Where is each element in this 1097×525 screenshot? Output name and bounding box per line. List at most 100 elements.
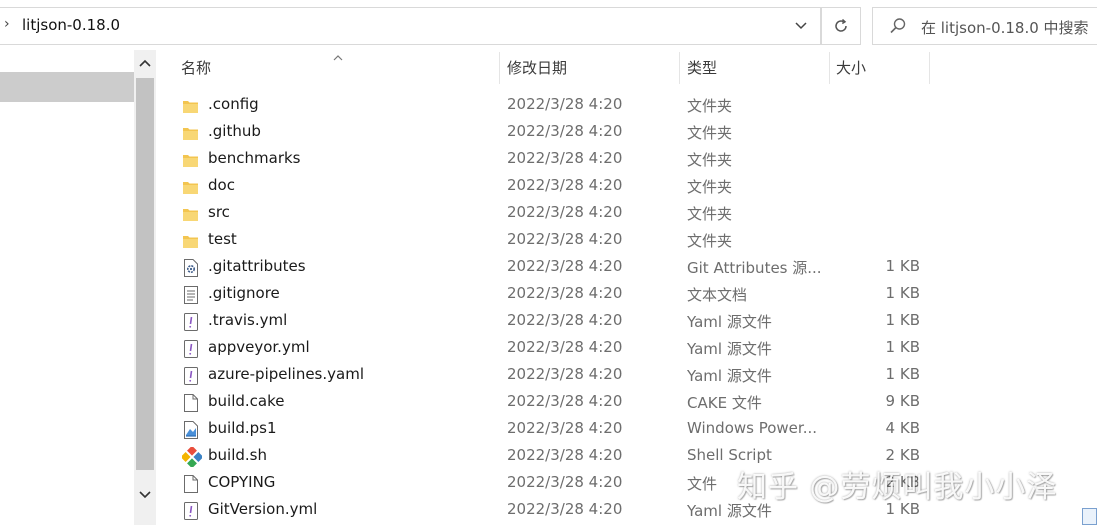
file-type: 文件夹 [687, 178, 733, 196]
scrollbar-thumb[interactable] [136, 78, 154, 470]
navigation-pane[interactable] [0, 50, 134, 525]
file-date: 2022/3/28 4:20 [507, 95, 623, 113]
column-header-size[interactable]: 大小 [836, 50, 866, 86]
scroll-down-icon[interactable] [134, 484, 156, 506]
column-header-date[interactable]: 修改日期 [507, 50, 567, 86]
column-divider[interactable] [679, 52, 680, 84]
yaml-file-icon [182, 501, 200, 521]
nav-selected-item[interactable] [0, 72, 134, 102]
column-divider[interactable] [929, 52, 930, 84]
folder-icon [182, 231, 200, 251]
file-row[interactable]: test 2022/3/28 4:20 文件夹 [156, 227, 1097, 254]
column-header-type[interactable]: 类型 [687, 50, 717, 86]
file-row[interactable]: src 2022/3/28 4:20 文件夹 [156, 200, 1097, 227]
folder-icon [182, 204, 200, 224]
file-name: GitVersion.yml [208, 500, 318, 518]
yaml-file-icon [182, 366, 200, 386]
file-row[interactable]: .gitattributes 2022/3/28 4:20 Git Attrib… [156, 254, 1097, 281]
file-name: build.sh [208, 446, 267, 464]
file-size: 9 KB [885, 392, 920, 410]
breadcrumb-chevron-icon[interactable]: › [4, 16, 10, 32]
folder-icon [182, 177, 200, 197]
file-name: build.cake [208, 392, 285, 410]
file-size: 1 KB [885, 284, 920, 302]
file-name: build.ps1 [208, 419, 277, 437]
file-date: 2022/3/28 4:20 [507, 446, 623, 464]
address-history-dropdown-icon[interactable] [790, 15, 812, 37]
column-divider[interactable] [499, 52, 500, 84]
gear-file-icon [182, 258, 200, 278]
file-row[interactable]: .gitignore 2022/3/28 4:20 文本文档 1 KB [156, 281, 1097, 308]
git-shell-icon [180, 445, 204, 469]
file-date: 2022/3/28 4:20 [507, 203, 623, 221]
file-row[interactable]: build.cake 2022/3/28 4:20 CAKE 文件 9 KB [156, 389, 1097, 416]
folder-icon [182, 150, 200, 170]
address-bar[interactable]: › litjson-0.18.0 [0, 7, 821, 45]
yaml-file-icon [182, 312, 200, 332]
file-date: 2022/3/28 4:20 [507, 311, 623, 329]
column-headers: 名称 修改日期 类型 大小 [156, 50, 1097, 88]
watermark: 知乎 @劳烦叫我小小泽 [737, 470, 1058, 505]
file-name: .config [208, 95, 259, 113]
file-row[interactable]: .github 2022/3/28 4:20 文件夹 [156, 119, 1097, 146]
column-divider[interactable] [829, 52, 830, 84]
file-date: 2022/3/28 4:20 [507, 392, 623, 410]
file-size: 4 KB [885, 419, 920, 437]
column-header-name[interactable]: 名称 [181, 50, 211, 86]
file-type: Yaml 源文件 [687, 313, 772, 331]
powershell-file-icon [182, 420, 200, 440]
file-name: test [208, 230, 237, 248]
file-name: appveyor.yml [208, 338, 310, 356]
file-row[interactable]: build.ps1 2022/3/28 4:20 Windows Power..… [156, 416, 1097, 443]
file-type: 文本文档 [687, 286, 748, 304]
address-path[interactable]: litjson-0.18.0 [22, 16, 120, 34]
file-date: 2022/3/28 4:20 [507, 365, 623, 383]
file-row[interactable]: .config 2022/3/28 4:20 文件夹 [156, 92, 1097, 119]
file-type: 文件夹 [687, 124, 733, 142]
file-type: CAKE 文件 [687, 394, 762, 412]
file-size: 1 KB [885, 311, 920, 329]
file-name: benchmarks [208, 149, 301, 167]
file-name: .gitattributes [208, 257, 306, 275]
file-row[interactable]: benchmarks 2022/3/28 4:20 文件夹 [156, 146, 1097, 173]
file-type: 文件夹 [687, 97, 733, 115]
file-name: .travis.yml [208, 311, 288, 329]
file-name: .gitignore [208, 284, 280, 302]
file-date: 2022/3/28 4:20 [507, 500, 623, 518]
search-icon [889, 17, 907, 39]
file-row[interactable]: azure-pipelines.yaml 2022/3/28 4:20 Yaml… [156, 362, 1097, 389]
search-input[interactable]: 在 litjson-0.18.0 中搜索 [872, 7, 1097, 45]
refresh-button[interactable] [821, 7, 861, 45]
status-corner-icon [1082, 508, 1097, 525]
file-date: 2022/3/28 4:20 [507, 419, 623, 437]
search-placeholder: 在 litjson-0.18.0 中搜索 [921, 19, 1089, 37]
blank-file-icon [182, 393, 200, 413]
file-row[interactable]: doc 2022/3/28 4:20 文件夹 [156, 173, 1097, 200]
file-date: 2022/3/28 4:20 [507, 230, 623, 248]
file-type: Yaml 源文件 [687, 340, 772, 358]
sort-ascending-icon [332, 48, 344, 66]
file-type: Git Attributes 源... [687, 259, 822, 277]
file-row[interactable]: .travis.yml 2022/3/28 4:20 Yaml 源文件 1 KB [156, 308, 1097, 335]
file-date: 2022/3/28 4:20 [507, 257, 623, 275]
file-date: 2022/3/28 4:20 [507, 284, 623, 302]
file-list: .config 2022/3/28 4:20 文件夹 .github 2022/… [156, 92, 1097, 525]
file-type: Yaml 源文件 [687, 367, 772, 385]
yaml-file-icon [182, 339, 200, 359]
text-file-icon [182, 285, 200, 305]
file-type: 文件 [687, 475, 718, 493]
file-name: doc [208, 176, 235, 194]
file-type: 文件夹 [687, 205, 733, 223]
file-type: 文件夹 [687, 232, 733, 250]
file-date: 2022/3/28 4:20 [507, 149, 623, 167]
file-row[interactable]: appveyor.yml 2022/3/28 4:20 Yaml 源文件 1 K… [156, 335, 1097, 362]
navigation-pane-scrollbar[interactable] [134, 50, 156, 525]
file-name: src [208, 203, 230, 221]
address-bar-row: › litjson-0.18.0 在 litjson-0.18.0 中搜索 [0, 0, 1097, 50]
scroll-up-icon[interactable] [134, 52, 156, 74]
file-name: azure-pipelines.yaml [208, 365, 364, 383]
folder-icon [182, 96, 200, 116]
file-size: 1 KB [885, 365, 920, 383]
file-date: 2022/3/28 4:20 [507, 122, 623, 140]
refresh-icon [835, 18, 847, 32]
